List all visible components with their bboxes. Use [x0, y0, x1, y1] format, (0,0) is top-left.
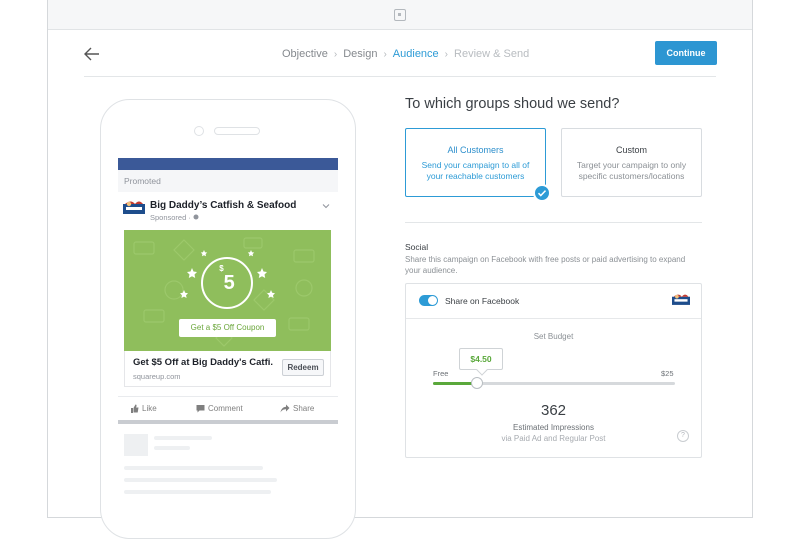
impressions-subtext: via Paid Ad and Regular Post — [501, 434, 606, 443]
step-breadcrumb: Objective › Design › Audience › Review & Send — [282, 48, 529, 60]
impressions-count: 362 — [540, 402, 567, 419]
globe-icon — [193, 214, 199, 220]
placeholder-post — [118, 424, 338, 518]
app-window: Objective › Design › Audience › Review & Send … — [47, 0, 753, 539]
phone-screen: Promoted Big Daddy’s Catfish & Seafood S… — [118, 158, 338, 518]
back-arrow-icon[interactable] — [83, 44, 101, 64]
chevron-down-icon[interactable] — [322, 202, 330, 210]
step-design[interactable]: Design — [343, 48, 377, 60]
facebook-header-bar — [118, 158, 338, 170]
impressions-label: Estimated Impressions — [513, 423, 594, 432]
facebook-post: Big Daddy’s Catfish & Seafood Sponsored … — [118, 192, 338, 420]
coupon-cta[interactable]: Get a $5 Off Coupon — [179, 319, 276, 337]
budget-slider-handle[interactable] — [471, 377, 483, 389]
selected-check-icon — [533, 184, 551, 202]
share-action[interactable]: Share — [280, 404, 314, 413]
ad-title: Get $5 Off at Big Daddy's Catfi... — [133, 357, 273, 368]
square-logo-icon — [394, 9, 406, 21]
option-custom[interactable]: Custom Target your campaign to only spec… — [561, 128, 702, 197]
redeem-button[interactable]: Redeem — [282, 359, 324, 376]
option-description: Target your campaign to only specific cu… — [576, 160, 687, 181]
budget-heading: Set Budget — [533, 332, 574, 341]
header-divider — [84, 76, 716, 77]
placeholder-line — [154, 446, 190, 450]
placeholder-line — [124, 478, 277, 482]
help-icon[interactable]: ? — [677, 430, 689, 442]
share-facebook-label: Share on Facebook — [445, 296, 520, 306]
business-logo-icon — [672, 294, 690, 305]
phone-speaker — [214, 127, 260, 135]
business-name: Big Daddy’s Catfish & Seafood — [150, 200, 297, 211]
option-description: Send your campaign to all of your reacha… — [421, 160, 530, 181]
continue-button[interactable]: Continue — [655, 41, 717, 65]
step-separator: › — [333, 49, 338, 60]
budget-value-tooltip: $4.50 — [459, 348, 503, 370]
comment-action[interactable]: Comment — [196, 404, 243, 413]
ad-image: $5 Get a $5 Off Coupon — [124, 230, 331, 351]
like-action[interactable]: Like — [130, 404, 157, 414]
phone-camera — [194, 126, 204, 136]
placeholder-avatar — [124, 434, 148, 456]
top-bar — [48, 0, 752, 30]
step-audience[interactable]: Audience — [393, 48, 439, 60]
ad-link-card[interactable]: Get $5 Off at Big Daddy's Catfi... squar… — [124, 351, 331, 387]
option-title: All Customers — [447, 145, 504, 155]
share-arrow-icon — [280, 404, 290, 413]
facebook-share-panel: Share on Facebook Set Budget $4.50 Free … — [405, 283, 702, 458]
step-objective[interactable]: Objective — [282, 48, 328, 60]
placeholder-line — [124, 466, 263, 470]
social-heading: Social — [405, 242, 429, 252]
placeholder-line — [154, 436, 212, 440]
step-review-send: Review & Send — [454, 48, 530, 60]
budget-max-label: $25 — [661, 369, 674, 378]
placeholder-line — [124, 490, 271, 494]
phone-preview: Promoted Big Daddy’s Catfish & Seafood S… — [100, 99, 356, 539]
social-description: Share this campaign on Facebook with fre… — [405, 255, 686, 275]
share-facebook-row: Share on Facebook — [406, 284, 701, 319]
coupon-badge: $5 — [201, 257, 253, 309]
option-all-customers[interactable]: All Customers Send your campaign to all … — [405, 128, 546, 197]
section-divider — [405, 222, 702, 223]
business-logo-icon — [123, 201, 145, 214]
step-separator: › — [444, 49, 449, 60]
budget-min-label: Free — [433, 369, 449, 378]
comment-icon — [196, 405, 205, 413]
thumbs-up-icon — [131, 404, 139, 414]
step-separator: › — [383, 49, 387, 60]
budget-slider[interactable] — [433, 377, 675, 389]
sponsored-label: Sponsored · — [150, 213, 199, 222]
ad-url: squareup.com — [133, 372, 181, 381]
post-actions: Like Comment Share — [118, 396, 338, 420]
promoted-label: Promoted — [118, 170, 338, 192]
option-title: Custom — [615, 145, 647, 155]
share-facebook-toggle[interactable] — [419, 295, 438, 306]
audience-question: To which groups shoud we send? — [405, 96, 620, 112]
